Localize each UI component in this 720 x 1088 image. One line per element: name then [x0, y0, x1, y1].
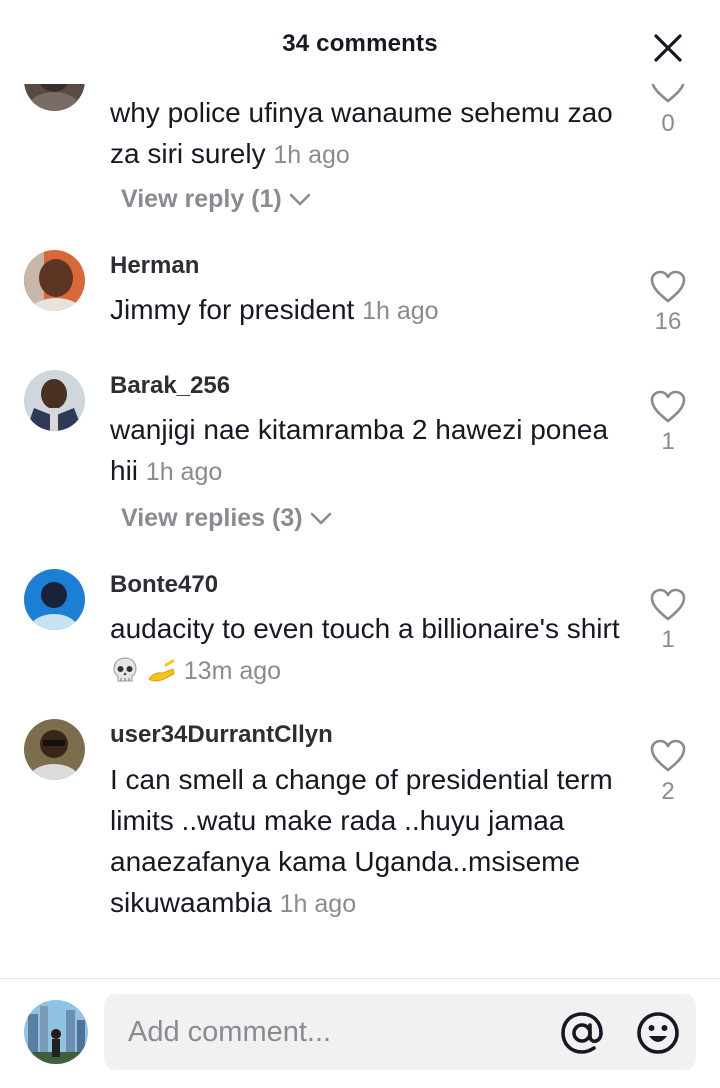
comment-text: wanjigi nae kitamramba 2 hawezi ponea hi… — [110, 414, 609, 486]
comment-input-box[interactable] — [104, 994, 696, 1070]
view-replies-button[interactable]: View reply (1) — [121, 185, 312, 214]
mention-button[interactable] — [560, 1011, 604, 1055]
comment-username[interactable]: Bonte470 — [110, 571, 218, 599]
add-comment-input[interactable] — [128, 994, 528, 1070]
avatar[interactable] — [24, 719, 85, 780]
comment-list[interactable]: why police ufinya wanaume sehemu zao za … — [0, 84, 720, 976]
like-count: 1 — [661, 428, 675, 455]
comment-time: 13m ago — [183, 657, 282, 685]
avatar[interactable] — [24, 370, 85, 431]
comment-text: why police ufinya wanaume sehemu zao za … — [110, 97, 613, 169]
chevron-down-icon — [310, 512, 331, 524]
like-count: 16 — [654, 308, 682, 335]
chevron-down-icon — [289, 193, 311, 205]
like-button[interactable] — [648, 84, 688, 104]
comment-composer — [0, 979, 720, 1088]
comment-text: Jimmy for president 1h ago — [110, 294, 439, 325]
comment-time: 1h ago — [362, 297, 439, 325]
current-user-avatar[interactable] — [24, 1000, 88, 1064]
like-count: 2 — [661, 778, 675, 805]
comment-time: 1h ago — [279, 890, 357, 918]
writing-hand-emoji — [148, 659, 175, 682]
comment-text: I can smell a change of presidential ter… — [110, 764, 613, 918]
avatar[interactable] — [24, 250, 85, 311]
emoji-button[interactable] — [636, 1011, 680, 1055]
close-icon — [654, 34, 682, 62]
heart-outline-icon — [650, 739, 686, 772]
comment-username[interactable]: user34DurrantCllyn — [110, 721, 333, 749]
like-button[interactable] — [648, 588, 688, 622]
like-count: 0 — [661, 110, 675, 137]
comment-text: audacity to even touch a billionaire's s… — [110, 613, 620, 685]
skull-emoji — [113, 657, 137, 682]
heart-outline-icon — [651, 84, 685, 103]
heart-outline-icon — [650, 270, 686, 303]
like-count: 1 — [661, 626, 675, 653]
avatar[interactable] — [24, 84, 85, 111]
comment-time: 1h ago — [145, 458, 223, 486]
comment-time: 1h ago — [273, 141, 350, 169]
comments-header: 34 comments — [0, 0, 720, 84]
heart-outline-icon — [650, 390, 686, 423]
comment-username[interactable]: Barak_256 — [110, 372, 230, 400]
comment-username[interactable]: Herman — [110, 252, 199, 280]
at-sign-icon — [561, 1012, 603, 1054]
like-button[interactable] — [648, 739, 688, 773]
view-replies-button[interactable]: View replies (3) — [121, 504, 333, 533]
close-button[interactable] — [650, 32, 686, 64]
comments-count-title: 34 comments — [282, 30, 438, 57]
heart-outline-icon — [650, 588, 686, 621]
smiley-face-icon — [637, 1012, 679, 1054]
like-button[interactable] — [648, 390, 688, 424]
avatar[interactable] — [24, 569, 85, 630]
like-button[interactable] — [648, 270, 688, 304]
